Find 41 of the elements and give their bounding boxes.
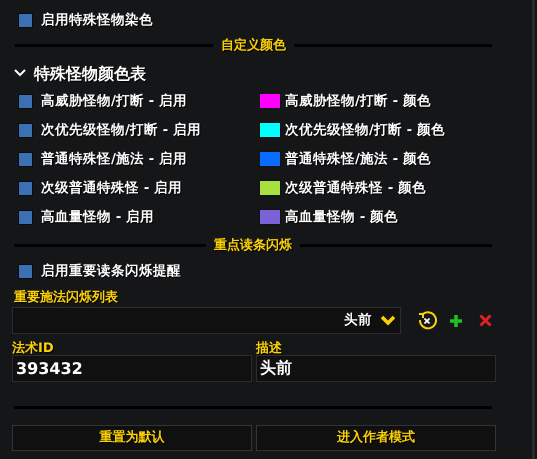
checkbox[interactable] bbox=[18, 264, 33, 279]
color-swatch[interactable] bbox=[259, 93, 281, 110]
field-label: 描述 bbox=[256, 342, 283, 356]
color-swatch[interactable] bbox=[259, 180, 281, 196]
checkbox[interactable] bbox=[18, 180, 33, 196]
field-label: 重要施法闪烁列表 bbox=[14, 288, 119, 307]
checkbox-label: 启用重要读条闪烁提醒 bbox=[41, 263, 181, 280]
checkbox[interactable] bbox=[18, 122, 33, 138]
color-label: 普通特殊怪/施法 - 颜色 bbox=[285, 151, 431, 168]
checkbox[interactable] bbox=[18, 94, 33, 109]
color-label: 高威胁怪物/打断 - 颜色 bbox=[285, 93, 431, 110]
checkbox-label: 高威胁怪物/打断 - 启用 bbox=[41, 93, 187, 110]
reset-icon[interactable] bbox=[417, 310, 437, 331]
checkbox-label: 高血量怪物 - 启用 bbox=[41, 209, 154, 226]
checkbox-label: 次优先级怪物/打断 - 启用 bbox=[41, 122, 201, 138]
color-swatch[interactable] bbox=[259, 122, 281, 138]
color-label: 高血量怪物 - 颜色 bbox=[285, 209, 398, 226]
text-field[interactable]: 头前 bbox=[256, 355, 496, 382]
dropdown[interactable]: 头前 bbox=[12, 307, 401, 334]
checkbox-label: 启用特殊怪物染色 bbox=[41, 12, 153, 28]
chevron-icon bbox=[380, 315, 396, 326]
close-icon[interactable] bbox=[479, 314, 492, 328]
checkbox-label: 普通特殊怪/施法 - 启用 bbox=[41, 151, 187, 168]
checkbox[interactable] bbox=[18, 152, 33, 167]
action-button[interactable]: 重置为默认 bbox=[12, 425, 252, 452]
field-label: 法术ID bbox=[12, 342, 55, 356]
checkbox[interactable] bbox=[18, 210, 33, 225]
action-button[interactable]: 进入作者模式 bbox=[256, 425, 496, 452]
checkbox-label: 次级普通特殊怪 - 启用 bbox=[41, 180, 182, 196]
text-field[interactable]: 393432 bbox=[12, 355, 252, 382]
add-icon[interactable] bbox=[449, 314, 463, 328]
dropdown-value: 头前 bbox=[344, 312, 372, 329]
section-title: 自定义颜色 bbox=[221, 36, 286, 56]
group-title: 特殊怪物颜色表 bbox=[34, 64, 146, 83]
color-swatch[interactable] bbox=[259, 151, 281, 168]
color-swatch[interactable] bbox=[259, 209, 281, 226]
checkbox[interactable] bbox=[18, 12, 33, 28]
color-label: 次级普通特殊怪 - 颜色 bbox=[285, 180, 426, 196]
color-label: 次优先级怪物/打断 - 颜色 bbox=[285, 122, 445, 138]
section-title: 重点读条闪烁 bbox=[214, 236, 292, 255]
caret-icon[interactable] bbox=[14, 69, 26, 78]
